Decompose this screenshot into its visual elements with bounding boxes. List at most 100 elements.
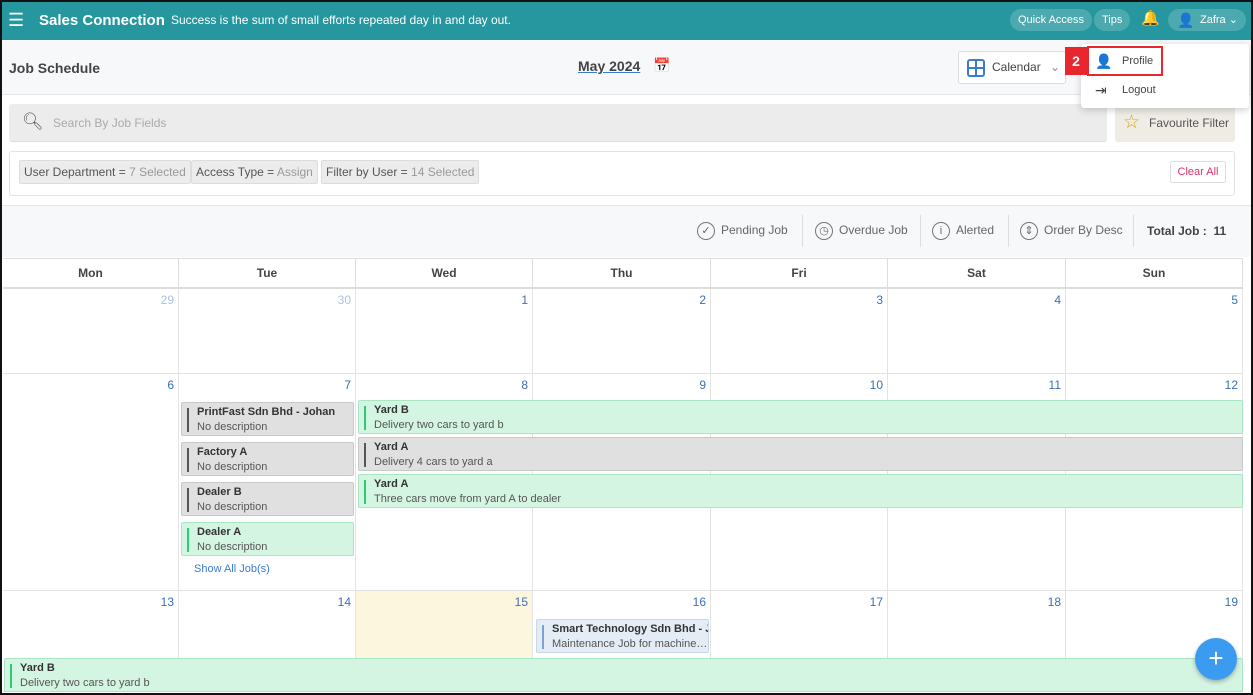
job-title: Dealer A [197,526,242,538]
filter-bar: User Department = 7 Selected Access Type… [9,151,1235,196]
day-number: 9 [699,378,706,392]
job-event[interactable]: Yard A Delivery 4 cars to yard a [358,437,1243,471]
job-description: Delivery two cars to yard b [374,419,504,431]
search-placeholder: Search By Job Fields [53,116,167,130]
total-job: Total Job : 11 [1147,224,1227,238]
filter-chip-access-type[interactable]: Access Type = Assign [191,160,318,184]
job-event[interactable]: PrintFast Sdn Bhd - Johan No description [181,402,354,436]
step-badge: 2 [1065,47,1087,75]
day-number: 17 [869,595,883,609]
job-description: Maintenance Job for machine e... [552,638,708,650]
month-picker[interactable]: May 2024 [578,58,640,74]
bell-icon[interactable]: 🔔 [1141,9,1160,27]
day-number: 3 [876,293,883,307]
filter-chip-department[interactable]: User Department = 7 Selected [19,160,191,184]
day-number: 5 [1231,293,1238,307]
user-icon: 👤 [1177,12,1195,28]
job-event[interactable]: Factory A No description [181,442,354,476]
day-number: 13 [160,595,174,609]
overdue-job-toggle[interactable]: ◷ Overdue Job [815,222,908,240]
quick-access-button[interactable]: Quick Access [1010,9,1093,31]
logout-icon: ⇥ [1095,82,1107,98]
job-title: Yard A [374,441,409,453]
day-number: 10 [869,378,883,392]
job-title: Dealer B [197,486,242,498]
day-cell[interactable]: 30 [179,289,356,374]
job-event[interactable]: Dealer A No description [181,522,354,556]
day-header-mon: Mon [3,258,179,289]
day-cell[interactable]: 3 [711,289,888,374]
search-icon: 🔍︎ [22,112,44,131]
day-cell[interactable]: 4 [888,289,1066,374]
star-icon: ☆ [1123,112,1141,133]
day-number: 19 [1224,595,1238,609]
job-description: No description [197,501,268,513]
calendar-icon[interactable]: 📅 [653,57,670,74]
job-title: Yard B [374,404,409,416]
job-title: Yard B [20,662,55,674]
view-label: Calendar [992,60,1041,74]
brand-name: Sales Connection [39,12,165,29]
day-number: 6 [167,378,174,392]
legend-bar: ✓ Pending Job ◷ Overdue Job i Alerted ⇕ Orde… [2,205,1251,257]
user-menu-button[interactable]: 👤 Zafra ⌄ [1168,9,1246,31]
day-cell[interactable]: 6 [3,374,179,591]
grid-icon [967,59,985,77]
day-number: 30 [337,293,351,307]
job-event[interactable]: Yard A Three cars move from yard A to dea… [358,474,1243,508]
alerted-toggle[interactable]: i Alerted [932,222,994,240]
add-job-button[interactable]: + [1195,638,1237,680]
job-title: Yard A [374,478,409,490]
job-title: Factory A [197,446,248,458]
check-circle-icon: ✓ [697,222,715,240]
day-header-sun: Sun [1066,258,1243,289]
top-bar: ☰ Sales Connection Success is the sum of… [0,0,1253,40]
day-header-wed: Wed [356,258,533,289]
chevron-down-icon: ⌄ [1050,60,1061,74]
day-header-fri: Fri [711,258,888,289]
tips-button[interactable]: Tips [1094,9,1131,31]
order-toggle[interactable]: ⇕ Order By Desc [1020,222,1123,240]
job-event[interactable]: Dealer B No description [181,482,354,516]
day-number: 15 [514,595,528,609]
job-event[interactable]: Yard B Delivery two cars to yard b [4,658,1243,692]
show-all-jobs-link[interactable]: Show All Job(s) [194,563,270,575]
day-number: 4 [1054,293,1061,307]
day-number: 8 [521,378,528,392]
job-title: Smart Technology Sdn Bhd - Ja... [552,623,708,635]
job-description: Delivery two cars to yard b [20,677,150,689]
clear-all-button[interactable]: Clear All [1170,161,1226,183]
user-name: Zafra [1200,14,1226,26]
day-number: 16 [692,595,706,609]
job-description: No description [197,461,268,473]
view-select[interactable]: Calendar ⌄ [958,51,1066,84]
day-cell[interactable]: 1 [356,289,533,374]
day-number: 2 [699,293,706,307]
day-header-tue: Tue [179,258,356,289]
favourite-filter-label: Favourite Filter [1149,116,1230,130]
day-cell[interactable]: 5 [1066,289,1243,374]
highlight-box [1087,46,1163,76]
job-title: PrintFast Sdn Bhd - Johan [197,406,336,418]
info-icon: i [932,222,950,240]
filter-chip-user[interactable]: Filter by User = 14 Selected [321,160,480,184]
favourite-filter-button[interactable]: ☆ Favourite Filter [1115,104,1235,142]
job-event[interactable]: Yard B Delivery two cars to yard b [358,400,1243,434]
day-cell[interactable]: 29 [3,289,179,374]
day-number: 1 [521,293,528,307]
search-input[interactable]: 🔍︎ Search By Job Fields [9,104,1107,142]
day-number: 29 [160,293,174,307]
job-event[interactable]: Smart Technology Sdn Bhd - Ja... Maintena… [536,619,709,653]
quote-text: Success is the sum of small efforts repe… [171,13,511,27]
day-number: 11 [1048,378,1061,392]
day-number: 12 [1224,378,1238,392]
day-number: 14 [337,595,351,609]
hamburger-menu-icon[interactable]: ☰ [8,10,24,31]
menu-item-logout[interactable]: ⇥ Logout [1090,76,1162,104]
page-title: Job Schedule [9,60,101,76]
day-number: 18 [1047,595,1061,609]
logout-label: Logout [1122,84,1156,96]
day-number: 7 [344,378,351,392]
day-cell[interactable]: 2 [533,289,711,374]
pending-job-toggle[interactable]: ✓ Pending Job [697,222,788,240]
